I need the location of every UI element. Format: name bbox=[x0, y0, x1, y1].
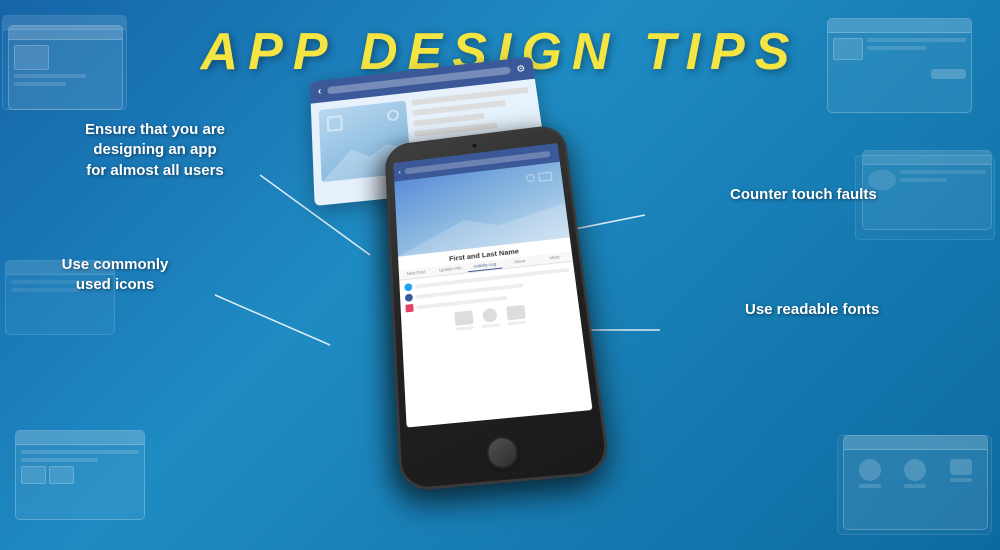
panel-back: ‹ bbox=[318, 86, 322, 97]
annotation-ensure: Ensure that you are designing an app for… bbox=[50, 120, 260, 181]
phone-area: ‹ ⚙ bbox=[340, 85, 660, 505]
main-content: APP DESIGN TIPS ‹ ⚙ bbox=[0, 0, 1000, 550]
icon-messages bbox=[454, 310, 473, 330]
home-button bbox=[484, 435, 519, 471]
annotation-ensure-text: Ensure that you are designing an app for… bbox=[85, 121, 225, 179]
annotation-counter: Counter touch faults bbox=[730, 185, 930, 205]
icon-notifications bbox=[480, 308, 500, 329]
front-camera bbox=[471, 143, 477, 149]
icon-profile bbox=[506, 305, 526, 326]
phone-screen: ‹ First and Last Name New Post Update In… bbox=[393, 143, 592, 427]
annotation-readable: Use readable fonts bbox=[745, 300, 945, 320]
screen-back-icon: ‹ bbox=[398, 168, 401, 176]
annotation-commonly: Use commonly used icons bbox=[25, 255, 205, 296]
panel-gear-icon: ⚙ bbox=[516, 63, 526, 74]
phone-body: ‹ First and Last Name New Post Update In… bbox=[384, 124, 611, 492]
